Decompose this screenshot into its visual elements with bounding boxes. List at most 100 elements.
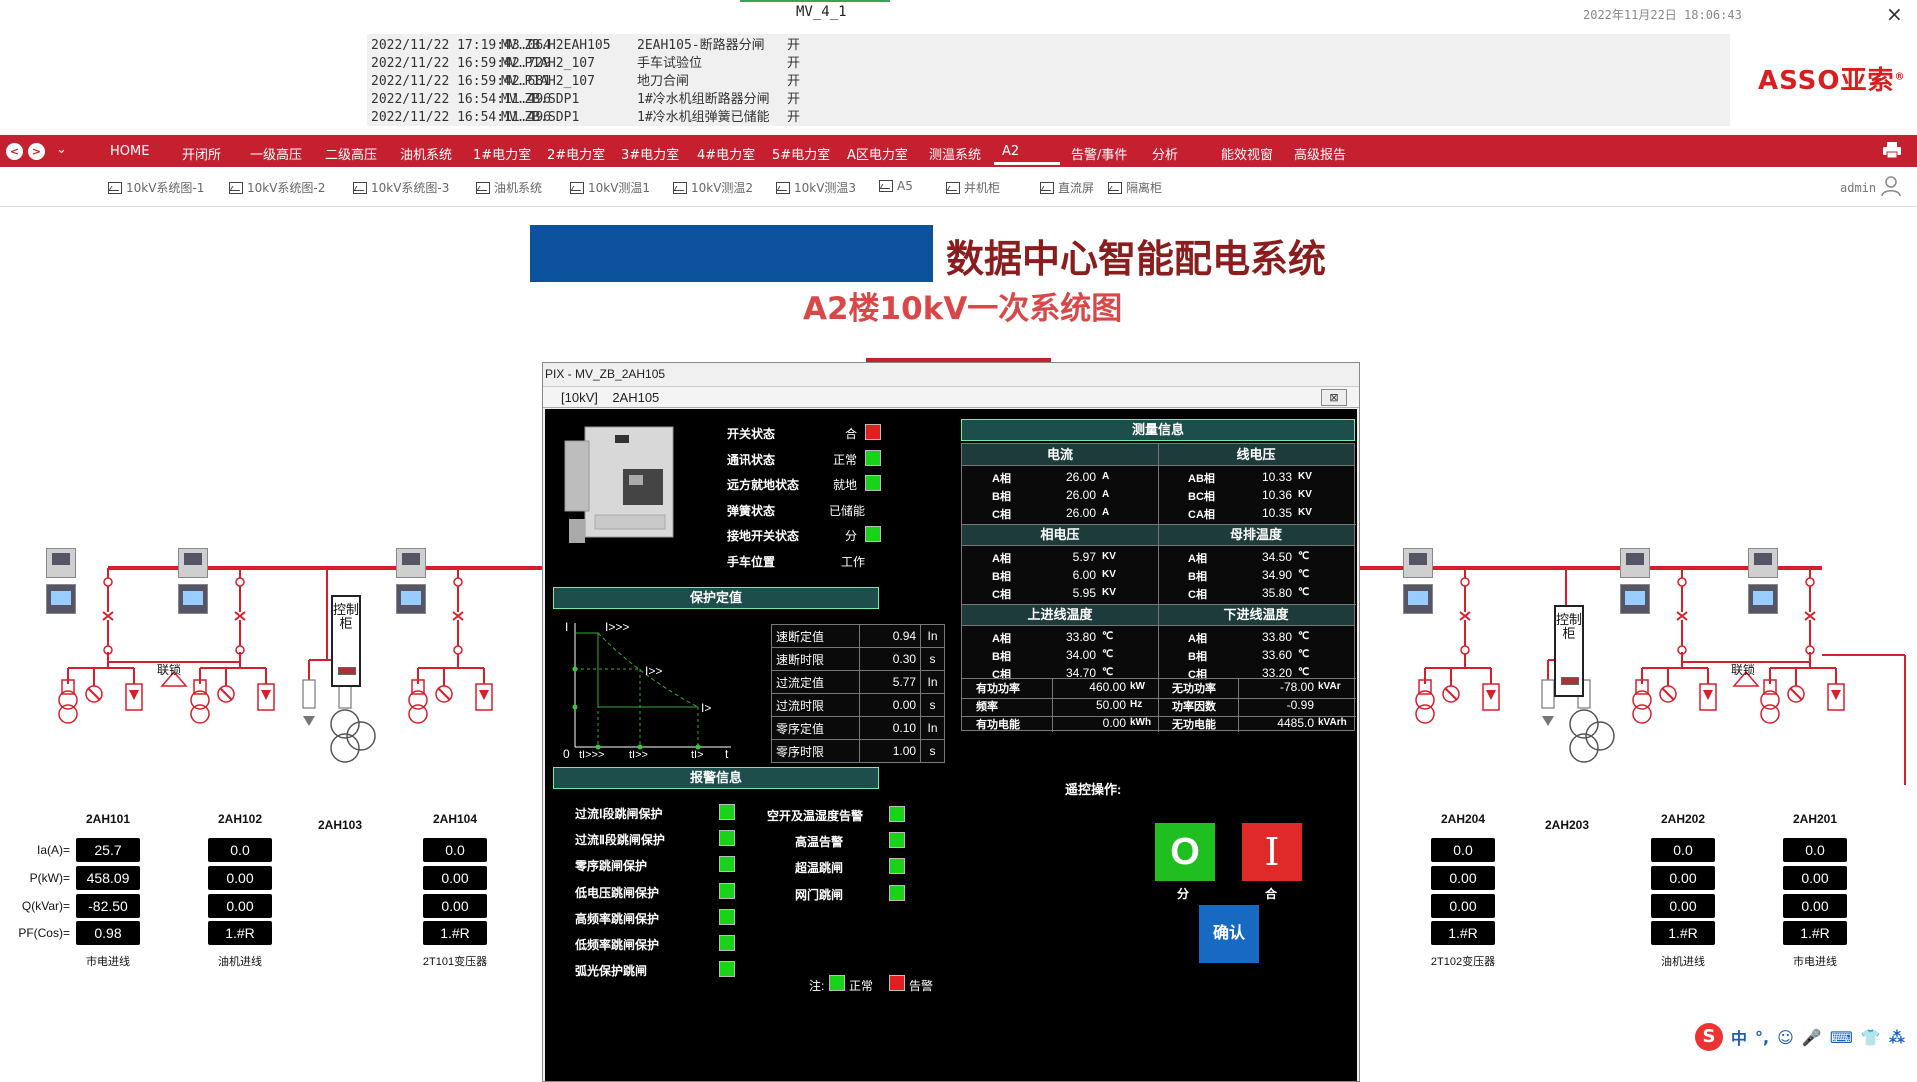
value-row-label: Q(kVar)= bbox=[21, 899, 70, 913]
ime-item[interactable]: 🎤 bbox=[1802, 1028, 1822, 1047]
nav-item-12[interactable]: 测温系统 bbox=[929, 144, 981, 163]
curve-t1-label: tI> bbox=[691, 749, 704, 759]
grid-divider bbox=[1158, 444, 1159, 678]
event-time: 2022/11/22 16:59:42.729 bbox=[371, 56, 552, 71]
subnav-item-9[interactable]: 并机柜 bbox=[946, 179, 1000, 196]
nav-menu-icon[interactable]: ⌄ bbox=[56, 142, 67, 157]
nav-item-13[interactable]: A2 bbox=[1002, 144, 1019, 159]
window-close-button[interactable]: × bbox=[1886, 2, 1903, 26]
relay-icon bbox=[1403, 584, 1433, 614]
nav-item-10[interactable]: 5#电力室 bbox=[772, 144, 830, 163]
nav-item-7[interactable]: 2#电力室 bbox=[547, 144, 605, 163]
feeder-value: 0.00 bbox=[1651, 866, 1715, 890]
ime-item[interactable]: 👕 bbox=[1861, 1028, 1881, 1047]
out-temp-unit: ℃ bbox=[1298, 631, 1310, 642]
nav-item-14[interactable]: 告警/事件 bbox=[1071, 144, 1127, 163]
subnav-label: 10kV测温2 bbox=[691, 181, 754, 195]
subnav-item-5[interactable]: 10kV测温1 bbox=[570, 179, 650, 196]
ime-item[interactable]: ☺ bbox=[1777, 1028, 1794, 1047]
power-value: 0.00 bbox=[1102, 716, 1126, 730]
power-unit: kWh bbox=[1130, 717, 1152, 728]
dialog-tab[interactable]: [10kV] 2AH105 bbox=[561, 390, 659, 405]
power-value: 460.00 bbox=[1089, 680, 1126, 694]
feeder-value: 0.00 bbox=[1783, 894, 1847, 918]
status-value: 就地 bbox=[832, 478, 857, 492]
close-breaker-button[interactable]: I bbox=[1242, 823, 1302, 881]
confirm-button[interactable]: 确认 bbox=[1199, 905, 1259, 963]
print-icon[interactable] bbox=[1882, 141, 1902, 159]
nav-item-5[interactable]: 油机系统 bbox=[400, 144, 452, 163]
power-label: 有功电能 bbox=[976, 719, 1020, 731]
open-button[interactable]: O bbox=[1155, 823, 1215, 881]
nav-back-button[interactable]: < bbox=[6, 143, 23, 160]
nav-forward-button[interactable]: > bbox=[28, 143, 45, 160]
nav-item-6[interactable]: 1#电力室 bbox=[473, 144, 531, 163]
vt-symbol bbox=[1760, 704, 1780, 724]
feeder-value: 0.00 bbox=[1431, 894, 1495, 918]
value-row-label: PF(Cos)= bbox=[18, 926, 70, 940]
protection-row: 速断定值 0.94 In bbox=[771, 624, 945, 648]
user-icon[interactable] bbox=[1880, 175, 1902, 197]
alarm-indicator bbox=[719, 856, 735, 873]
event-text: 1#冷水机组弹簧已储能 bbox=[637, 110, 770, 125]
feeder-value: 0.00 bbox=[1651, 894, 1715, 918]
nav-item-1[interactable]: HOME bbox=[110, 144, 149, 159]
meter-icon bbox=[1748, 548, 1778, 578]
ime-item[interactable]: ⁂ bbox=[1889, 1028, 1905, 1047]
user-name[interactable]: admin bbox=[1840, 181, 1876, 195]
power-label: 无功功率 bbox=[1172, 683, 1216, 695]
ime-item[interactable]: °, bbox=[1755, 1028, 1769, 1047]
event-device: MV.ZB.H2EAH105 bbox=[501, 38, 611, 53]
nav-item-16[interactable]: 能效视窗 bbox=[1221, 144, 1273, 163]
subnav-item-10[interactable]: 直流屏 bbox=[1040, 179, 1094, 196]
phase-voltage-unit: KV bbox=[1102, 587, 1116, 598]
feeder-value: 0.0 bbox=[1651, 838, 1715, 862]
chart-icon bbox=[108, 181, 122, 194]
subnav-item-3[interactable]: 10kV系统图-3 bbox=[353, 179, 449, 196]
nav-item-4[interactable]: 二级高压 bbox=[325, 144, 377, 163]
feeder-description: 2T101变压器 bbox=[422, 956, 488, 968]
nav-item-17[interactable]: 高级报告 bbox=[1294, 144, 1346, 163]
status-label: 手车位置 bbox=[727, 554, 776, 569]
alarm-label: 网门跳闸 bbox=[795, 887, 844, 902]
dialog-close-button[interactable]: ⊠ bbox=[1321, 389, 1347, 406]
out-temp-phase: A相 bbox=[1188, 633, 1207, 645]
ime-item[interactable]: ⌨ bbox=[1830, 1028, 1853, 1047]
nav-item-8[interactable]: 3#电力室 bbox=[621, 144, 679, 163]
subnav-item-6[interactable]: 10kV测温2 bbox=[673, 179, 753, 196]
alarm-label: 低频率跳闸保护 bbox=[575, 938, 660, 952]
chart-icon bbox=[776, 181, 790, 194]
event-state: 开 bbox=[787, 74, 801, 89]
subnav-item-4[interactable]: 油机系统 bbox=[476, 179, 542, 196]
feeder-value: 0.00 bbox=[208, 866, 272, 890]
subnav-item-7[interactable]: 10kV测温3 bbox=[776, 179, 856, 196]
chart-icon bbox=[570, 181, 584, 194]
relay-icon bbox=[1748, 584, 1778, 614]
nav-item-11[interactable]: A区电力室 bbox=[847, 144, 908, 163]
grid-divider bbox=[1238, 678, 1239, 732]
current-phase: A相 bbox=[992, 473, 1011, 485]
arrester-arrow bbox=[129, 690, 139, 700]
grid-divider bbox=[962, 524, 1356, 525]
in-temp-unit: ℃ bbox=[1102, 649, 1114, 660]
datetime: 2022年11月22日 18:06:43 bbox=[1583, 8, 1742, 22]
chart-icon bbox=[946, 181, 960, 194]
nav-item-15[interactable]: 分析 bbox=[1152, 144, 1178, 163]
feeder-value: 0.00 bbox=[423, 894, 487, 918]
ime-logo-icon[interactable]: S bbox=[1695, 1023, 1723, 1051]
nav-item-9[interactable]: 4#电力室 bbox=[697, 144, 755, 163]
subnav-item-1[interactable]: 10kV系统图-1 bbox=[108, 179, 204, 196]
meter-icon bbox=[46, 548, 76, 578]
subnav-item-8[interactable]: A5 bbox=[879, 179, 913, 193]
relay-icon bbox=[396, 584, 426, 614]
legend-normal-swatch bbox=[829, 975, 845, 991]
nav-item-3[interactable]: 一级高压 bbox=[250, 144, 302, 163]
subnav-item-11[interactable]: 隔离柜 bbox=[1108, 179, 1162, 196]
nav-item-2[interactable]: 开闭所 bbox=[182, 144, 221, 163]
subnav-item-2[interactable]: 10kV系统图-2 bbox=[229, 179, 325, 196]
nav-active-indicator bbox=[994, 162, 1060, 165]
current-header: 电流 bbox=[962, 444, 1158, 466]
subnav-label: 10kV系统图-3 bbox=[371, 181, 450, 195]
ime-item[interactable]: 中 bbox=[1731, 1025, 1747, 1049]
protection-row: 速断时限 0.30 s bbox=[771, 647, 945, 671]
